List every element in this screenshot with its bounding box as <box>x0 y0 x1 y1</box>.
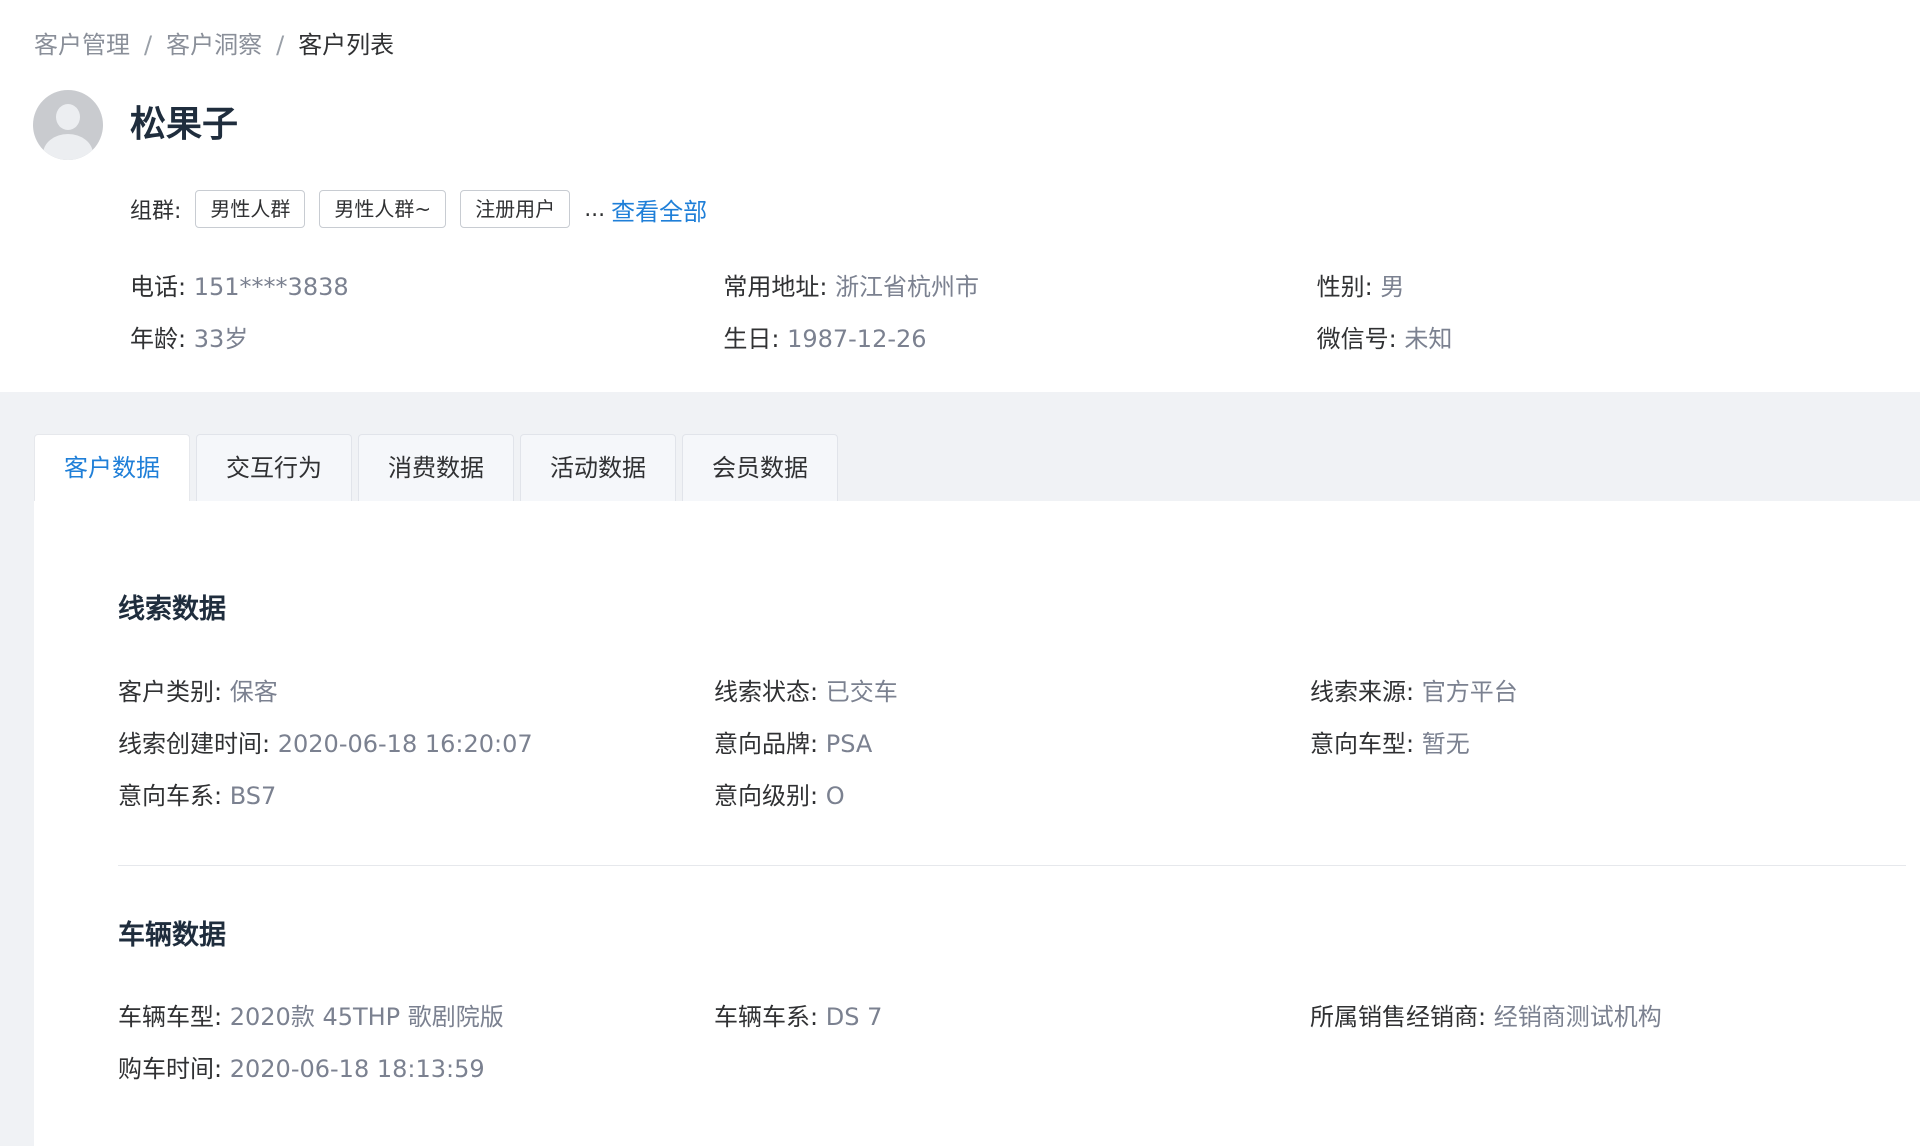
view-all-groups-link[interactable]: 查看全部 <box>611 192 707 227</box>
field-label: 线索来源: <box>1310 677 1415 706</box>
info-phone: 电话: 151****3838 <box>130 267 723 302</box>
avatar-head-shape <box>56 104 80 130</box>
group-ellipsis: ... <box>584 196 606 222</box>
vehicle-series: 车辆车系: DS 7 <box>714 997 1310 1032</box>
info-wechat: 微信号: 未知 <box>1317 319 1910 354</box>
section-row: 意向车系: BS7 意向级别: O <box>118 767 1918 819</box>
info-row: 年龄: 33岁 生日: 1987-12-26 微信号: 未知 <box>130 310 1910 362</box>
breadcrumb-separator: / <box>144 31 153 59</box>
vehicle-section-grid: 车辆车型: 2020款 45THP 歌剧院版 车辆车系: DS 7 所属销售经销… <box>118 988 1918 1092</box>
tab-activity-data[interactable]: 活动数据 <box>520 434 676 501</box>
info-label: 生日: <box>723 324 780 353</box>
tab-member-data[interactable]: 会员数据 <box>682 434 838 501</box>
field-value: 已交车 <box>825 677 898 706</box>
info-value: 33岁 <box>193 324 249 353</box>
info-label: 年龄: <box>130 324 187 353</box>
field-value: 官方平台 <box>1421 677 1518 706</box>
breadcrumb-item-customer-list: 客户列表 <box>298 31 395 59</box>
section-row: 购车时间: 2020-06-18 18:13:59 <box>118 1040 1918 1092</box>
field-label: 所属销售经销商: <box>1310 1002 1487 1031</box>
tab-consumption-data[interactable]: 消费数据 <box>358 434 514 501</box>
section-row: 客户类别: 保客 线索状态: 已交车 线索来源: 官方平台 <box>118 663 1918 715</box>
lead-section-title: 线索数据 <box>118 594 226 625</box>
info-value: 浙江省杭州市 <box>835 272 980 301</box>
breadcrumb: 客户管理 / 客户洞察 / 客户列表 <box>34 28 394 62</box>
field-label: 线索状态: <box>714 677 819 706</box>
section-row: 车辆车型: 2020款 45THP 歌剧院版 车辆车系: DS 7 所属销售经销… <box>118 988 1918 1040</box>
info-birthday: 生日: 1987-12-26 <box>723 319 1316 354</box>
vehicle-section-title: 车辆数据 <box>118 920 226 951</box>
field-label: 购车时间: <box>118 1054 223 1083</box>
field-label: 车辆车系: <box>714 1002 819 1031</box>
field-label: 意向品牌: <box>714 729 819 758</box>
group-tag: 男性人群~ <box>319 190 447 228</box>
lead-status: 线索状态: 已交车 <box>714 672 1310 707</box>
customer-name: 松果子 <box>130 104 239 145</box>
field-value: 2020-06-18 18:13:59 <box>229 1054 485 1083</box>
lead-intent-series: 意向车系: BS7 <box>118 776 714 811</box>
group-tag: 男性人群 <box>195 190 306 228</box>
field-label: 意向车系: <box>118 781 223 810</box>
info-value: 未知 <box>1404 324 1453 353</box>
tab-customer-data[interactable]: 客户数据 <box>34 434 190 501</box>
breadcrumb-item-customer-management[interactable]: 客户管理 <box>34 28 130 62</box>
info-label: 微信号: <box>1316 324 1397 353</box>
lead-intent-level: 意向级别: O <box>714 776 1310 811</box>
group-tag: 注册用户 <box>460 190 571 228</box>
info-row: 电话: 151****3838 常用地址: 浙江省杭州市 性别: 男 <box>130 258 1910 310</box>
avatar <box>33 90 103 160</box>
section-row: 线索创建时间: 2020-06-18 16:20:07 意向品牌: PSA 意向… <box>118 715 1918 767</box>
lead-section-grid: 客户类别: 保客 线索状态: 已交车 线索来源: 官方平台 线索创建时间: 20… <box>118 663 1918 819</box>
field-label: 客户类别: <box>118 677 223 706</box>
group-row: 组群: 男性人群 男性人群~ 注册用户 ... 查看全部 <box>130 190 707 228</box>
basic-info-grid: 电话: 151****3838 常用地址: 浙江省杭州市 性别: 男 年龄: 3… <box>130 258 1910 362</box>
info-value: 1987-12-26 <box>787 324 927 353</box>
field-label: 线索创建时间: <box>118 729 271 758</box>
data-tabs: 客户数据 交互行为 消费数据 活动数据 会员数据 <box>34 434 844 501</box>
vehicle-model: 车辆车型: 2020款 45THP 歌剧院版 <box>118 997 714 1032</box>
avatar-body-shape <box>43 134 93 160</box>
info-label: 性别: <box>1316 272 1373 301</box>
lead-intent-brand: 意向品牌: PSA <box>714 724 1310 759</box>
info-age: 年龄: 33岁 <box>130 319 723 354</box>
field-label: 意向车型: <box>1310 729 1415 758</box>
customer-header: 客户管理 / 客户洞察 / 客户列表 松果子 组群: 男性人群 男性人群~ 注册… <box>0 0 1920 392</box>
lead-source: 线索来源: 官方平台 <box>1310 672 1906 707</box>
info-address: 常用地址: 浙江省杭州市 <box>723 267 1316 302</box>
field-value: 暂无 <box>1421 729 1470 758</box>
field-value: 2020款 45THP 歌剧院版 <box>229 1002 504 1031</box>
info-label: 电话: <box>130 272 187 301</box>
vehicle-purchase-time: 购车时间: 2020-06-18 18:13:59 <box>118 1049 714 1084</box>
section-divider <box>118 865 1906 866</box>
tab-interaction-behavior[interactable]: 交互行为 <box>196 434 352 501</box>
field-label: 车辆车型: <box>118 1002 223 1031</box>
info-value: 男 <box>1380 272 1405 301</box>
breadcrumb-separator: / <box>276 31 285 59</box>
field-label: 意向级别: <box>714 781 819 810</box>
lead-customer-type: 客户类别: 保客 <box>118 672 714 707</box>
field-value: BS7 <box>229 781 277 810</box>
field-value: DS 7 <box>825 1002 883 1031</box>
vehicle-dealer: 所属销售经销商: 经销商测试机构 <box>1310 997 1906 1032</box>
info-value: 151****3838 <box>193 272 349 301</box>
info-gender: 性别: 男 <box>1317 267 1910 302</box>
field-value: 2020-06-18 16:20:07 <box>277 729 533 758</box>
breadcrumb-item-customer-insight[interactable]: 客户洞察 <box>166 28 262 62</box>
field-value: O <box>825 781 845 810</box>
customer-data-panel: 线索数据 客户类别: 保客 线索状态: 已交车 线索来源: 官方平台 线索创建时… <box>34 501 1920 1146</box>
info-label: 常用地址: <box>723 272 828 301</box>
lead-intent-model: 意向车型: 暂无 <box>1310 724 1906 759</box>
field-value: PSA <box>825 729 873 758</box>
group-label: 组群: <box>130 199 182 224</box>
lead-created-time: 线索创建时间: 2020-06-18 16:20:07 <box>118 724 714 759</box>
field-value: 经销商测试机构 <box>1493 1002 1662 1031</box>
field-value: 保客 <box>229 677 278 706</box>
